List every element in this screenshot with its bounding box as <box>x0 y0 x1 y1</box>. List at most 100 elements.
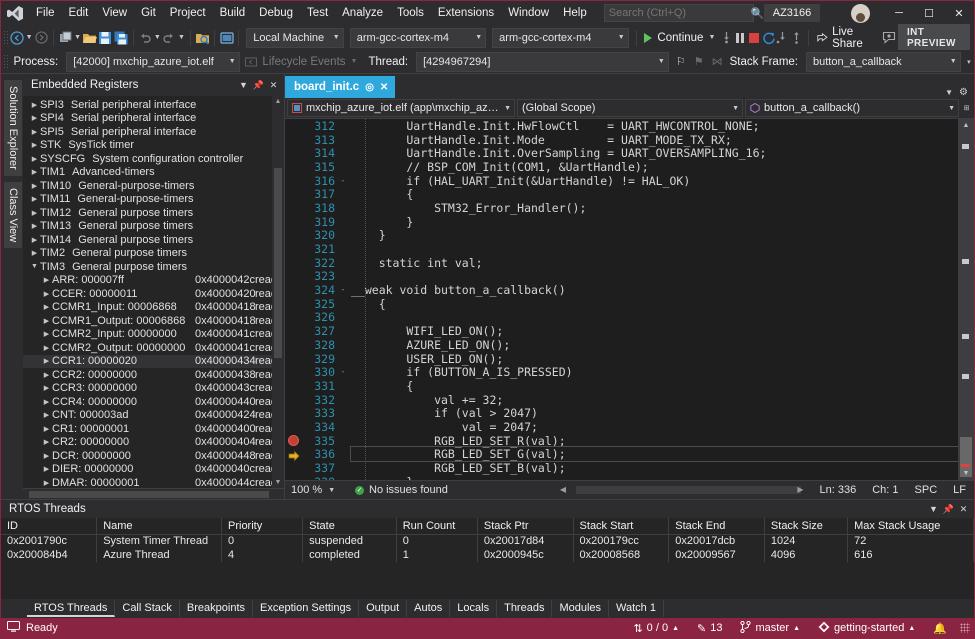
pending-changes-status[interactable]: ✎ 13 <box>688 618 731 638</box>
chevron-down-icon[interactable]: ▼ <box>29 263 40 270</box>
col-header-max-stack[interactable]: Max Stack Usage <box>848 518 974 534</box>
register-row[interactable]: ▶CCR4: 000000000x40000440read-write <box>23 395 284 409</box>
menu-build[interactable]: Build <box>213 1 253 25</box>
tree-item-peripheral[interactable]: ▶TIM2General purpose timers <box>23 247 284 261</box>
fold-marker[interactable]: - <box>335 367 351 377</box>
code-line[interactable]: 323 <box>303 270 958 284</box>
scope-selector[interactable]: (Global Scope) ▼ <box>517 99 743 117</box>
register-row[interactable]: ▶CCMR2_Input: 000000000x4000041cread-wri… <box>23 328 284 342</box>
chevron-right-icon[interactable]: ▶ <box>41 465 52 473</box>
tab-call-stack[interactable]: Call Stack <box>115 600 180 617</box>
step-into-icon[interactable] <box>719 27 733 48</box>
menu-debug[interactable]: Debug <box>252 1 300 25</box>
chevron-right-icon[interactable]: ▶ <box>29 222 40 230</box>
avatar[interactable] <box>851 4 870 23</box>
minimize-button[interactable]: ─ <box>884 1 914 25</box>
continue-button[interactable]: Continue ▼ <box>640 27 719 48</box>
debugbar-overflow-icon[interactable]: ▾ <box>964 51 974 72</box>
process-selector[interactable]: [42000] mxchip_azure_iot.elf ▼ <box>66 52 239 72</box>
register-row[interactable]: ▶CCMR1_Output: 000068680x40000418read-wr… <box>23 314 284 328</box>
editor-horizontal-scrollbar[interactable]: ◀ ▶ <box>456 484 804 496</box>
source-control-sync-status[interactable]: ⇅ 0 / 0 ▲ <box>624 618 688 638</box>
menu-help[interactable]: Help <box>556 1 594 25</box>
chevron-right-icon[interactable]: ▶ <box>29 195 40 203</box>
tree-item-peripheral[interactable]: ▶SPI5Serial peripheral interface <box>23 125 284 139</box>
registers-vertical-scrollbar[interactable]: ▲ ▼ <box>272 96 284 488</box>
fold-marker[interactable]: - <box>335 285 351 295</box>
scrollbar-thumb[interactable] <box>274 168 282 358</box>
stop-debugging-icon[interactable] <box>747 27 761 48</box>
chevron-right-icon[interactable]: ▶ <box>41 425 52 433</box>
menu-git[interactable]: Git <box>134 1 163 25</box>
code-line[interactable]: 334 val = 2047; <box>303 420 958 434</box>
chevron-right-icon[interactable]: ▶ <box>29 182 40 190</box>
gear-icon[interactable]: ⚙ <box>959 87 968 98</box>
editor-tab-board-init[interactable]: board_init.c ◎ ✕ <box>285 76 395 98</box>
col-header-state[interactable]: State <box>303 518 397 534</box>
attach-to-process-icon[interactable] <box>219 27 235 48</box>
chevron-right-icon[interactable]: ▶ <box>41 303 52 311</box>
new-project-icon[interactable] <box>58 27 74 48</box>
sidebar-item-class-view[interactable]: Class View <box>2 182 22 248</box>
col-header-priority[interactable]: Priority <box>222 518 303 534</box>
chevron-right-icon[interactable]: ▶ <box>41 330 52 338</box>
code-line[interactable]: 338 } <box>303 475 958 480</box>
chevron-down-icon[interactable]: ▼ <box>236 76 251 94</box>
feedback-icon[interactable] <box>879 27 898 48</box>
scrollbar-thumb[interactable] <box>576 486 801 494</box>
register-row[interactable]: ▶DCR: 000000000x40000448read-write <box>23 449 284 463</box>
code-line[interactable]: 333 if (val > 2047) <box>303 406 958 420</box>
sidebar-item-solution-explorer[interactable]: Solution Explorer <box>2 80 22 176</box>
chevron-right-icon[interactable]: ▶ <box>29 168 40 176</box>
chevron-right-icon[interactable]: ▶ <box>29 114 40 122</box>
redo-dropdown-icon[interactable]: ▼ <box>177 27 186 48</box>
scroll-down-icon[interactable]: ▼ <box>272 477 284 488</box>
col-header-stack-size[interactable]: Stack Size <box>764 518 847 534</box>
step-over-icon[interactable] <box>776 27 790 48</box>
pin-icon[interactable]: 📌 <box>941 500 956 518</box>
navigate-back-dropdown-icon[interactable]: ▼ <box>25 27 34 48</box>
code-line[interactable]: 319 } <box>303 215 958 229</box>
zoom-selector[interactable]: 100 % ▼ <box>291 484 349 496</box>
chevron-down-icon[interactable]: ▼ <box>945 88 953 97</box>
member-selector[interactable]: button_a_callback() ▼ <box>745 99 959 117</box>
scroll-left-icon[interactable]: ◀ <box>560 485 566 494</box>
issues-indicator[interactable]: ✓ No issues found <box>355 484 448 496</box>
register-row[interactable]: ▶CCR3: 000000000x4000043cread-write <box>23 382 284 396</box>
chevron-right-icon[interactable]: ▶ <box>41 438 52 446</box>
step-out-icon[interactable] <box>790 27 804 48</box>
code-line[interactable]: 320 } <box>303 229 958 243</box>
chevron-right-icon[interactable]: ▶ <box>41 357 52 365</box>
col-header-stack-ptr[interactable]: Stack Ptr <box>477 518 573 534</box>
tab-exception-settings[interactable]: Exception Settings <box>253 600 359 617</box>
scroll-right-icon[interactable]: ▶ <box>797 485 803 494</box>
chevron-down-icon[interactable]: ▼ <box>926 500 941 518</box>
code-line[interactable]: 313 UartHandle.Init.Mode = UART_MODE_TX_… <box>303 133 958 147</box>
chevron-right-icon[interactable]: ▶ <box>41 411 52 419</box>
code-line[interactable]: 317 { <box>303 187 958 201</box>
pin-icon[interactable]: ◎ <box>365 82 374 93</box>
tree-item-peripheral[interactable]: ▶SPI4Serial peripheral interface <box>23 112 284 126</box>
target-selector[interactable]: arm-gcc-cortex-m4 ▼ <box>492 28 628 48</box>
rtos-threads-table[interactable]: ID Name Priority State Run Count Stack P… <box>1 518 974 599</box>
tab-output[interactable]: Output <box>359 600 407 617</box>
menu-test[interactable]: Test <box>300 1 335 25</box>
scroll-up-icon[interactable]: ▲ <box>272 96 284 107</box>
code-line[interactable]: 328 AZURE_LED_ON(); <box>303 338 958 352</box>
col-header-id[interactable]: ID <box>1 518 97 534</box>
menu-view[interactable]: View <box>95 1 134 25</box>
code-line[interactable]: 316- if (HAL_UART_Init(&UartHandle) != H… <box>303 174 958 188</box>
search-box[interactable]: 🔍 <box>604 4 754 22</box>
main-menu[interactable]: File Edit View Git Project Build Debug T… <box>29 1 594 25</box>
register-row[interactable]: ▶CNT: 000003ad0x40000424read-write <box>23 409 284 423</box>
tab-rtos-threads[interactable]: RTOS Threads <box>27 600 115 617</box>
navigate-back-icon[interactable] <box>9 27 25 48</box>
menu-analyze[interactable]: Analyze <box>335 1 390 25</box>
live-share-button[interactable]: Live Share <box>812 27 879 48</box>
chevron-right-icon[interactable]: ▶ <box>41 371 52 379</box>
split-editor-icon[interactable]: ⊞ <box>961 98 972 119</box>
chevron-right-icon[interactable]: ▶ <box>41 479 52 487</box>
code-line[interactable]: 326 <box>303 311 958 325</box>
chevron-right-icon[interactable]: ▶ <box>29 155 40 163</box>
register-row[interactable]: ▶CCMR2_Output: 000000000x4000041cread-wr… <box>23 341 284 355</box>
